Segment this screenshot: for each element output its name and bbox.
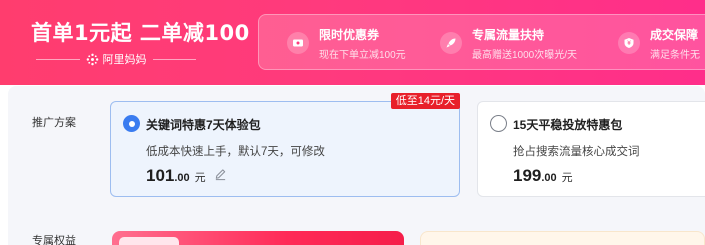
- benefit-title: 限时优惠券: [319, 27, 380, 42]
- coupon-icon: [287, 32, 309, 54]
- promo-banner: 首单1元起 二单减100 阿里妈妈 限时优惠券 现在下单立减100元 专属流量扶…: [0, 0, 705, 85]
- price-decimal: .00: [541, 172, 557, 184]
- rocket-icon: [440, 32, 462, 54]
- plan-name: 15天平稳投放特惠包: [513, 118, 623, 132]
- benefit-title: 成交保障: [650, 27, 699, 42]
- plan-name: 关键词特惠7天体验包: [146, 118, 261, 132]
- plan-card-7day[interactable]: 关键词特惠7天体验包 低成本快速上手，默认7天，可修改 101 .00 元 低至…: [110, 93, 460, 197]
- benefit-desc: 现在下单立减100元: [319, 49, 406, 61]
- benefit-guarantee: ¥ 成交保障 满足条件无: [618, 15, 700, 71]
- rights-card[interactable]: [112, 231, 404, 245]
- plan-price: 101 .00 元: [146, 166, 227, 186]
- price-unit: 元: [194, 172, 206, 184]
- benefit-desc: 满足条件无: [650, 49, 700, 61]
- price-tag-badge: 低至14元/天: [390, 93, 460, 109]
- plan-desc: 抢占搜索流量核心成交词: [513, 146, 640, 158]
- edit-icon[interactable]: [214, 168, 227, 181]
- radio-selected[interactable]: [123, 115, 140, 132]
- plan-card-15day[interactable]: 15天平稳投放特惠包 抢占搜索流量核心成交词 199 .00 元: [477, 101, 705, 197]
- benefit-desc: 最高赠送1000次曝光/天: [472, 49, 578, 61]
- svg-text:¥: ¥: [627, 40, 631, 47]
- price-integer: 199: [513, 166, 542, 185]
- brand-line: 阿里妈妈: [36, 51, 196, 67]
- price-decimal: .00: [174, 172, 190, 184]
- alimama-logo-icon: [86, 53, 98, 65]
- banner-title: 首单1元起 二单减100: [31, 21, 250, 45]
- divider: [152, 58, 196, 60]
- benefit-title: 专属流量扶持: [472, 27, 545, 42]
- plan-panel: 推广方案 关键词特惠7天体验包 低成本快速上手，默认7天，可修改 101 .00…: [8, 86, 705, 245]
- benefit-coupon: 限时优惠券 现在下单立减100元: [287, 15, 406, 71]
- plan-desc: 低成本快速上手，默认7天，可修改: [146, 146, 325, 158]
- divider: [36, 58, 80, 60]
- brand: 阿里妈妈: [80, 51, 153, 67]
- exclusive-rights-label: 专属权益: [32, 235, 76, 245]
- benefit-traffic: 专属流量扶持 最高赠送1000次曝光/天: [440, 15, 577, 71]
- shield-icon: ¥: [618, 32, 640, 54]
- benefits-card: 限时优惠券 现在下单立减100元 专属流量扶持 最高赠送1000次曝光/天 ¥ …: [258, 14, 705, 70]
- radio-unselected[interactable]: [490, 115, 507, 132]
- promo-plan-label: 推广方案: [32, 117, 76, 129]
- price-unit: 元: [561, 172, 573, 184]
- brand-name: 阿里妈妈: [102, 54, 147, 66]
- plan-price: 199 .00 元: [513, 166, 573, 186]
- rights-card[interactable]: [420, 231, 705, 245]
- price-integer: 101: [146, 166, 175, 185]
